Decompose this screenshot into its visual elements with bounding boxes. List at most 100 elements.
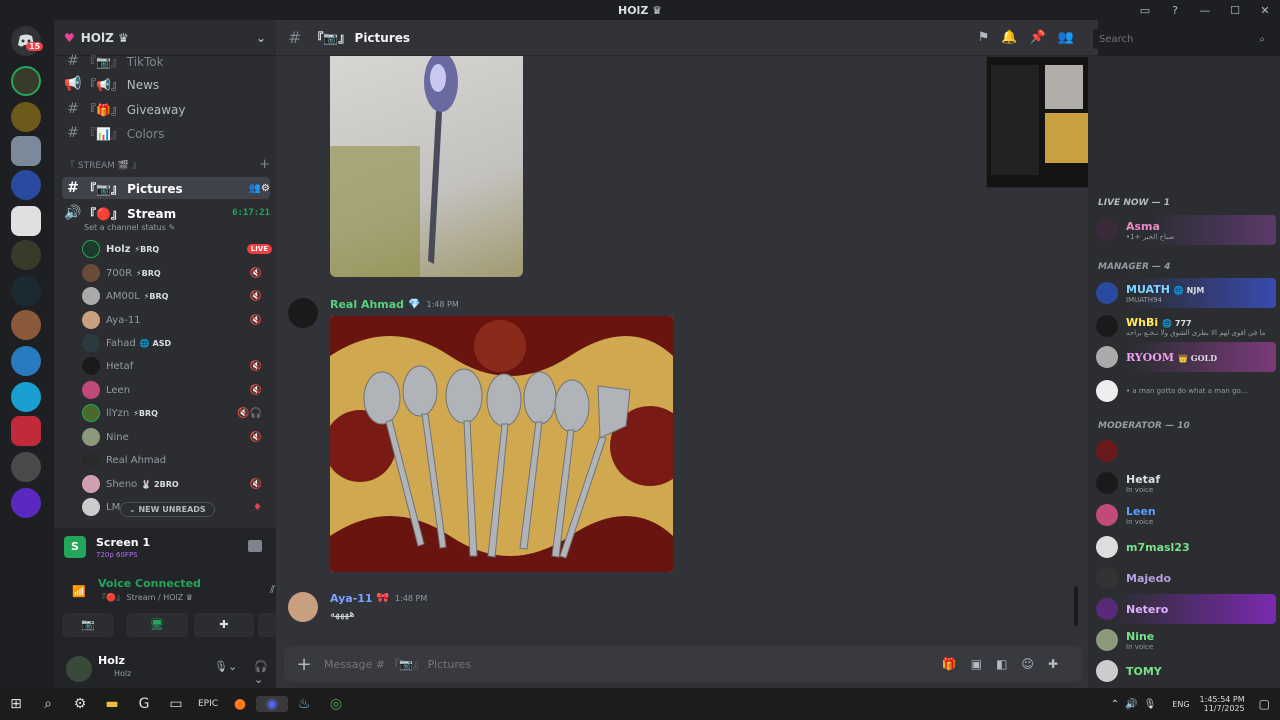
message-composer[interactable]: + 🎁▣◧☺✚ [284, 646, 1082, 682]
camera-button[interactable]: 📷 [62, 613, 114, 637]
activities-button[interactable]: ✚ [194, 613, 254, 637]
add-channel-icon[interactable]: + [259, 157, 270, 172]
member-item[interactable]: Leen In voice [1096, 500, 1276, 530]
server-icon[interactable] [11, 452, 41, 482]
channel-giveaway[interactable]: # 『🎁』 Giveaway [62, 98, 270, 120]
discord-taskbar-icon[interactable]: ◉ [256, 696, 288, 712]
notification-icon[interactable]: ▢ [1259, 697, 1270, 711]
help-icon[interactable]: ? [1160, 4, 1190, 17]
member-item[interactable]: Asma •1+ صباح الخير [1096, 215, 1276, 245]
server-holz[interactable] [11, 66, 41, 96]
epic-icon[interactable]: EPIC [192, 699, 224, 709]
voice-user[interactable]: Sheno 🐰 2BRO 🔇 [82, 474, 272, 494]
search-box[interactable]: ⌕ [1093, 29, 1271, 49]
server-icon[interactable] [11, 240, 41, 270]
voice-user[interactable]: Holz ⚡BRQ LIVE [82, 239, 272, 259]
channel-colors[interactable]: # 『📊』 Colors [62, 122, 270, 144]
member-item[interactable]: TOMY [1096, 656, 1276, 686]
avatar[interactable] [66, 656, 92, 682]
app-icon[interactable]: G [128, 696, 160, 712]
member-item[interactable]: MUATH 🌐 NJM IMUATH94 [1096, 278, 1276, 308]
member-item[interactable]: Hetaf In voice [1096, 468, 1276, 498]
server-icon[interactable] [11, 346, 41, 376]
server-icon[interactable] [11, 102, 41, 132]
server-icon[interactable] [11, 276, 41, 306]
member-item[interactable]: Nine In voice [1096, 625, 1276, 655]
steam-icon[interactable]: ♨ [288, 696, 320, 712]
server-icon[interactable] [11, 382, 41, 412]
image-attachment-spoon[interactable] [330, 56, 523, 277]
member-name: Netero [1126, 602, 1169, 616]
search-input[interactable] [1099, 33, 1260, 45]
folder-icon[interactable]: ▬ [96, 696, 128, 712]
server-list: 15 [0, 20, 54, 688]
chrome-icon[interactable]: ◎ [320, 696, 352, 712]
server-icon[interactable] [11, 310, 41, 340]
message-author[interactable]: Real Ahmad [330, 298, 404, 311]
message-author[interactable]: Aya-11 [330, 592, 373, 605]
channel-status[interactable]: Set a channel status ✎ [84, 223, 175, 232]
avatar[interactable] [288, 592, 318, 622]
voice-user[interactable]: llYzn ⚡BRQ 🔇🎧 [82, 403, 272, 423]
member-item[interactable]: • a man gotta do what a man go... [1096, 376, 1276, 406]
channel-tiktok[interactable]: # 『📷』 TikTok [62, 50, 270, 72]
category-stream[interactable]: 『 STREAM 🎬 』 + [66, 156, 270, 172]
voice-user-name: Hetaf [106, 360, 134, 372]
member-item[interactable] [1096, 436, 1276, 466]
voice-user[interactable]: Real Ahmad [82, 450, 272, 470]
deafen-icon: 🔇 [249, 384, 262, 396]
composer-actions[interactable]: 🎁▣◧☺✚ [942, 657, 1072, 671]
server-icon[interactable] [11, 416, 41, 446]
voice-user-name: Sheno [106, 478, 138, 490]
member-item[interactable]: m7masl23 [1096, 532, 1276, 562]
voice-status[interactable]: Voice Connected [98, 577, 201, 590]
channel-stream-voice[interactable]: 🔊 『🔴』 Stream 6:17:21 [62, 202, 270, 224]
tray-icons[interactable]: ⌃🔊🎙 [1111, 699, 1163, 710]
voice-user[interactable]: Nine 🔇 [82, 427, 272, 447]
image-attachment-spoons[interactable] [330, 316, 673, 572]
chevron-down-icon[interactable]: ⌄ [256, 31, 266, 45]
maximize-button[interactable]: ☐ [1220, 4, 1250, 17]
voice-user[interactable]: Aya-11 🔇 [82, 310, 272, 330]
voice-user[interactable]: AM00L ⚡BRQ 🔇 [82, 286, 272, 306]
channel-pictures[interactable]: # 『📷』 Pictures 👥⚙ [62, 177, 270, 199]
noise-suppression-icon[interactable]: ⫽ [270, 583, 275, 597]
header-actions[interactable]: ⚑🔔📌👥 [978, 30, 1086, 45]
voice-user[interactable]: Hetaf 🔇 [82, 356, 272, 376]
firefox-icon[interactable]: ● [224, 696, 256, 712]
server-icon[interactable] [11, 488, 41, 518]
os-taskbar: ⊞ ⌕ ⚙ ▬ G ▭ EPIC ● ◉ ♨ ◎ ⌃🔊🎙 ENG 1:45:54… [0, 688, 1280, 720]
inbox-icon[interactable]: ▭ [1130, 4, 1160, 17]
attach-button[interactable]: + [284, 654, 324, 675]
member-item[interactable]: Majedo [1096, 563, 1276, 593]
avatar[interactable] [288, 298, 318, 328]
member-item[interactable]: RYOOM 👑 GOLD [1096, 342, 1276, 372]
screen-share-button[interactable]: 🖥 [126, 613, 188, 637]
scrollbar[interactable] [1074, 586, 1078, 626]
new-unreads-pill[interactable]: ⌄ NEW UNREADS [120, 502, 215, 517]
stop-stream-icon[interactable] [248, 540, 262, 552]
message-input[interactable] [324, 657, 942, 671]
server-icon[interactable] [11, 170, 41, 200]
channel-news[interactable]: 📢 『📢』 News [62, 73, 270, 95]
app-icon[interactable]: ⚙ [64, 696, 96, 712]
home-button[interactable] [11, 26, 41, 56]
voice-user[interactable]: Fahad 🌐 ASD [82, 333, 272, 353]
start-icon[interactable]: ⊞ [0, 696, 32, 712]
server-icon[interactable] [11, 206, 41, 236]
clock[interactable]: 1:45:54 PM 11/7/2025 [1200, 695, 1245, 713]
language-indicator[interactable]: ENG [1172, 700, 1189, 709]
settings-icon[interactable]: 👥⚙ [249, 183, 270, 194]
headphones-icon[interactable]: 🎧⌄ [254, 660, 276, 686]
close-button[interactable]: ✕ [1250, 4, 1280, 17]
voice-channel[interactable]: 『🔴』 Stream / HOlZ ♛ [98, 592, 193, 603]
server-icon[interactable] [11, 136, 41, 166]
voice-user[interactable]: Leen 🔇 [82, 380, 272, 400]
member-item[interactable]: Netero [1096, 594, 1276, 624]
search-icon[interactable]: ⌕ [32, 696, 64, 712]
app-icon[interactable]: ▭ [160, 696, 192, 712]
member-item[interactable]: WhBi 🌐 777 ما في أقوى لهم الا بطرى الشوق و… [1096, 311, 1276, 341]
microphone-icon[interactable]: 🎙⌄ [214, 660, 237, 673]
voice-user[interactable]: 700R ⚡BRQ 🔇 [82, 263, 272, 283]
minimize-button[interactable]: — [1190, 4, 1220, 17]
